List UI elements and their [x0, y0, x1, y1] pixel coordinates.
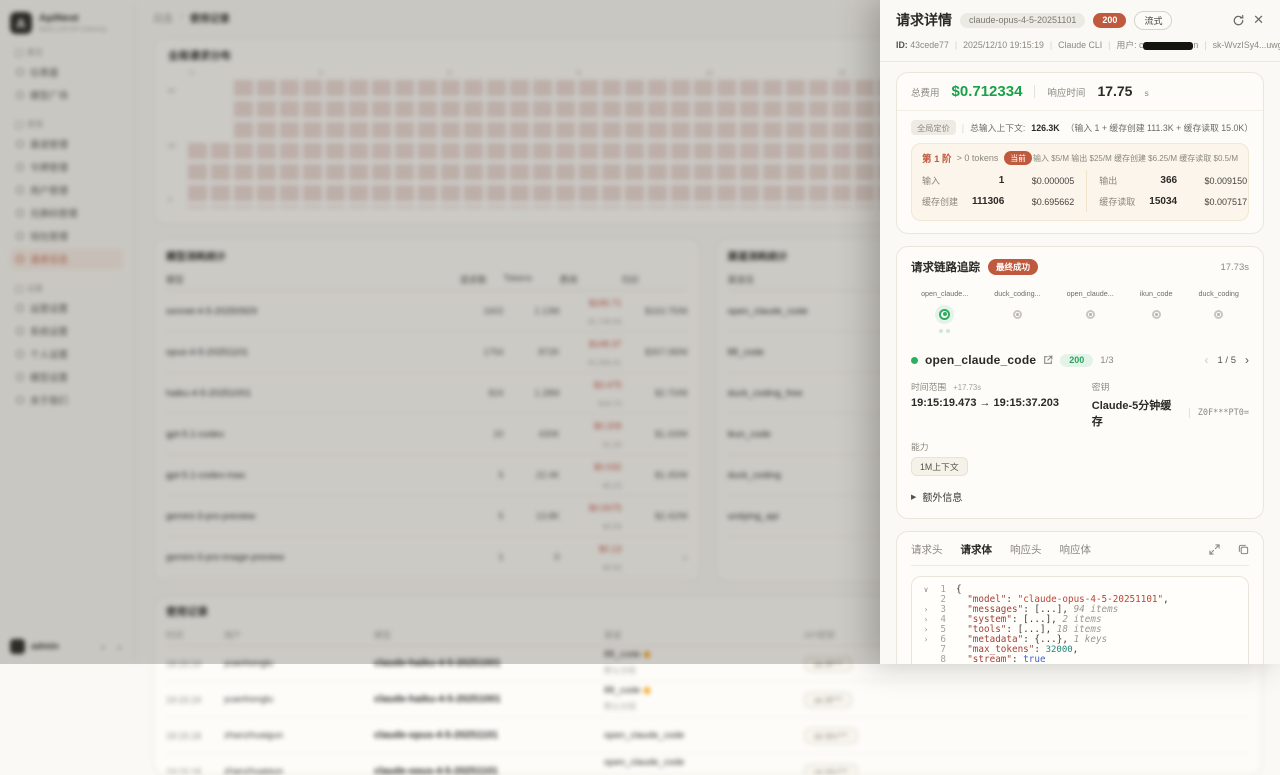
time-delta: +17.73s	[953, 383, 981, 392]
user-field: 用户: cn	[1116, 38, 1198, 51]
final-success-badge: 最终成功	[988, 259, 1038, 275]
usage-row[interactable]: 19:15:18 zhanzhuaigun claude-opus-4-5-20…	[166, 754, 1249, 775]
tier-name: 第 1 阶	[922, 151, 952, 165]
payload-tabs: 请求头 请求体 响应头 响应体	[911, 542, 1249, 566]
trace-node-label: ikun_code	[1140, 289, 1173, 298]
latency-value: 17.75	[1097, 83, 1132, 99]
code-line: 8 "stream": true	[920, 655, 1240, 664]
code-lines: ∨1{2 "model": "claude-opus-4-5-20251101"…	[911, 576, 1249, 664]
latency-label: 响应时间	[1047, 85, 1085, 99]
trace-node-label: duck_coding...	[994, 289, 1040, 298]
payload-viewer-card: 请求头 请求体 响应头 响应体 ∨1{2 "model": "claude-opus-…	[896, 531, 1264, 664]
extra-info-toggle[interactable]: ▶ 额外信息	[911, 489, 1249, 504]
channel-name: open_claude_code	[925, 353, 1036, 367]
hot-badge	[644, 687, 650, 694]
context-summary: 全局定价 | 总输入上下文: 126.3K （输入 1 + 缓存创建 111.3…	[911, 120, 1249, 135]
prev-page-button[interactable]: ‹	[1205, 353, 1209, 367]
trace-card: 请求链路追踪 最终成功 17.73s open_claude... duck_c…	[896, 246, 1264, 519]
trace-node[interactable]: duck_coding...	[994, 289, 1040, 335]
tier-rates: 输入 $5/M 输出 $25/M 缓存创建 $6.25/M 缓存读取 $0.5/…	[1033, 153, 1238, 164]
api-key-chip[interactable]: sk-Wv***	[804, 764, 858, 775]
capability-label: 能力	[911, 440, 1249, 453]
refresh-icon[interactable]	[1232, 14, 1245, 27]
external-link-icon[interactable]	[1043, 355, 1053, 365]
client-name: Claude CLI	[1058, 40, 1102, 50]
trace-duration: 17.73s	[1220, 262, 1249, 273]
trace-node[interactable]: open_claude...	[1067, 289, 1114, 335]
cost-card: 总费用 $0.712334 响应时间 17.75 s 全局定价 | 总输入上下文…	[896, 72, 1264, 234]
next-page-button[interactable]: ›	[1245, 353, 1249, 367]
pricing-tier-box: 第 1 阶 > 0 tokens 当前 输入 $5/M 输出 $25/M 缓存创…	[911, 143, 1249, 221]
global-pricing-badge: 全局定价	[911, 120, 956, 135]
current-tier-badge: 当前	[1004, 151, 1032, 165]
key-masked-value: Z0F***PT0=	[1198, 408, 1249, 418]
payload-tab[interactable]: 请求体	[961, 542, 993, 557]
trace-node[interactable]: duck_coding	[1199, 289, 1239, 335]
stream-badge: 流式	[1134, 11, 1172, 30]
api-key-masked: sk-WvzISy4...uwgB	[1213, 40, 1280, 50]
request-time: 2025/12/10 19:15:19	[963, 40, 1044, 50]
context-detail: （输入 1 + 缓存创建 111.3K + 缓存读取 15.0K）	[1066, 121, 1253, 134]
panel-title: 请求详情	[896, 10, 952, 30]
expand-icon[interactable]	[1209, 544, 1220, 555]
tier-usage-cell: 输入 1 $0.000005	[922, 170, 1086, 191]
tier-range: > 0 tokens	[957, 153, 999, 163]
key-name: Claude-5分钟缓存	[1092, 397, 1181, 429]
request-id: 43cede77	[910, 40, 949, 50]
trace-node[interactable]: open_claude...	[921, 289, 968, 335]
trace-title: 请求链路追踪	[911, 259, 980, 275]
time-range-label: 时间范围	[911, 382, 946, 392]
trace-node-row: open_claude... duck_coding... open_claud…	[911, 289, 1249, 335]
retry-dots	[939, 329, 950, 335]
line-number: 8	[932, 655, 946, 664]
trace-node-label: open_claude...	[921, 289, 968, 298]
redaction-bar	[1143, 42, 1193, 50]
trace-node-label: open_claude...	[1067, 289, 1114, 298]
payload-tab[interactable]: 请求头	[911, 542, 943, 557]
usage-table-body: 19:15:19 yuanhonglu claude-haiku-4-5-202…	[166, 646, 1249, 775]
total-fee: $0.712334	[952, 83, 1023, 100]
tier-usage-cell: 缓存读取 15034 $0.007517	[1086, 191, 1247, 212]
request-meta-row: ID: 43cede77 | 2025/12/10 19:15:19 | Cla…	[896, 38, 1264, 51]
request-detail-panel: 请求详情 claude-opus-4-5-20251101 200 流式 ✕ I…	[880, 0, 1280, 664]
key-label: 密钥	[1092, 380, 1249, 393]
model-badge: claude-opus-4-5-20251101	[960, 13, 1085, 28]
copy-icon[interactable]	[1238, 544, 1249, 555]
attempt-count: 1/3	[1100, 355, 1113, 366]
fold-chevron-icon[interactable]: ›	[920, 635, 932, 645]
fold-chevron-icon	[920, 595, 932, 605]
fold-chevron-icon[interactable]: ›	[920, 615, 932, 625]
fold-chevron-icon[interactable]: ›	[920, 625, 932, 635]
tier-usage-cell: 缓存创建 111306 $0.695662	[922, 191, 1086, 212]
channel-status-code: 200	[1060, 354, 1093, 367]
fold-chevron-icon[interactable]: ›	[920, 605, 932, 615]
usage-row[interactable]: 19:15:19 yuanhonglu claude-haiku-4-5-202…	[166, 682, 1249, 718]
fold-chevron-icon	[920, 655, 932, 664]
payload-tab[interactable]: 响应头	[1010, 542, 1042, 557]
payload-tab[interactable]: 响应体	[1060, 542, 1092, 557]
time-range-value: 19:15:19.473 → 19:15:37.203	[911, 397, 1092, 409]
tier-usage-grid: 输入 1 $0.000005 输出 366 $0.009150 缓存创建	[922, 170, 1238, 212]
api-key-chip[interactable]: sk-9f***	[804, 692, 852, 708]
status-code-badge: 200	[1093, 13, 1126, 28]
tier-usage-cell: 输出 366 $0.009150	[1086, 170, 1247, 191]
fold-chevron-icon[interactable]: ∨	[920, 585, 932, 595]
usage-row[interactable]: 19:15:18 zhanzhuaigun claude-opus-4-5-20…	[166, 718, 1249, 754]
api-key-chip[interactable]: sk-Wv***	[804, 728, 858, 744]
capability-tag: 1M上下文	[911, 457, 968, 476]
fold-chevron-icon	[920, 645, 932, 655]
close-icon[interactable]: ✕	[1253, 12, 1264, 28]
chevron-right-icon: ▶	[911, 493, 916, 501]
page-indicator: 1 / 5	[1218, 355, 1237, 366]
trace-node[interactable]: ikun_code	[1140, 289, 1173, 335]
trace-node-label: duck_coding	[1199, 289, 1239, 298]
fee-label: 总费用	[911, 85, 940, 99]
context-total: 126.3K	[1031, 123, 1059, 133]
channel-status-dot	[911, 357, 918, 364]
